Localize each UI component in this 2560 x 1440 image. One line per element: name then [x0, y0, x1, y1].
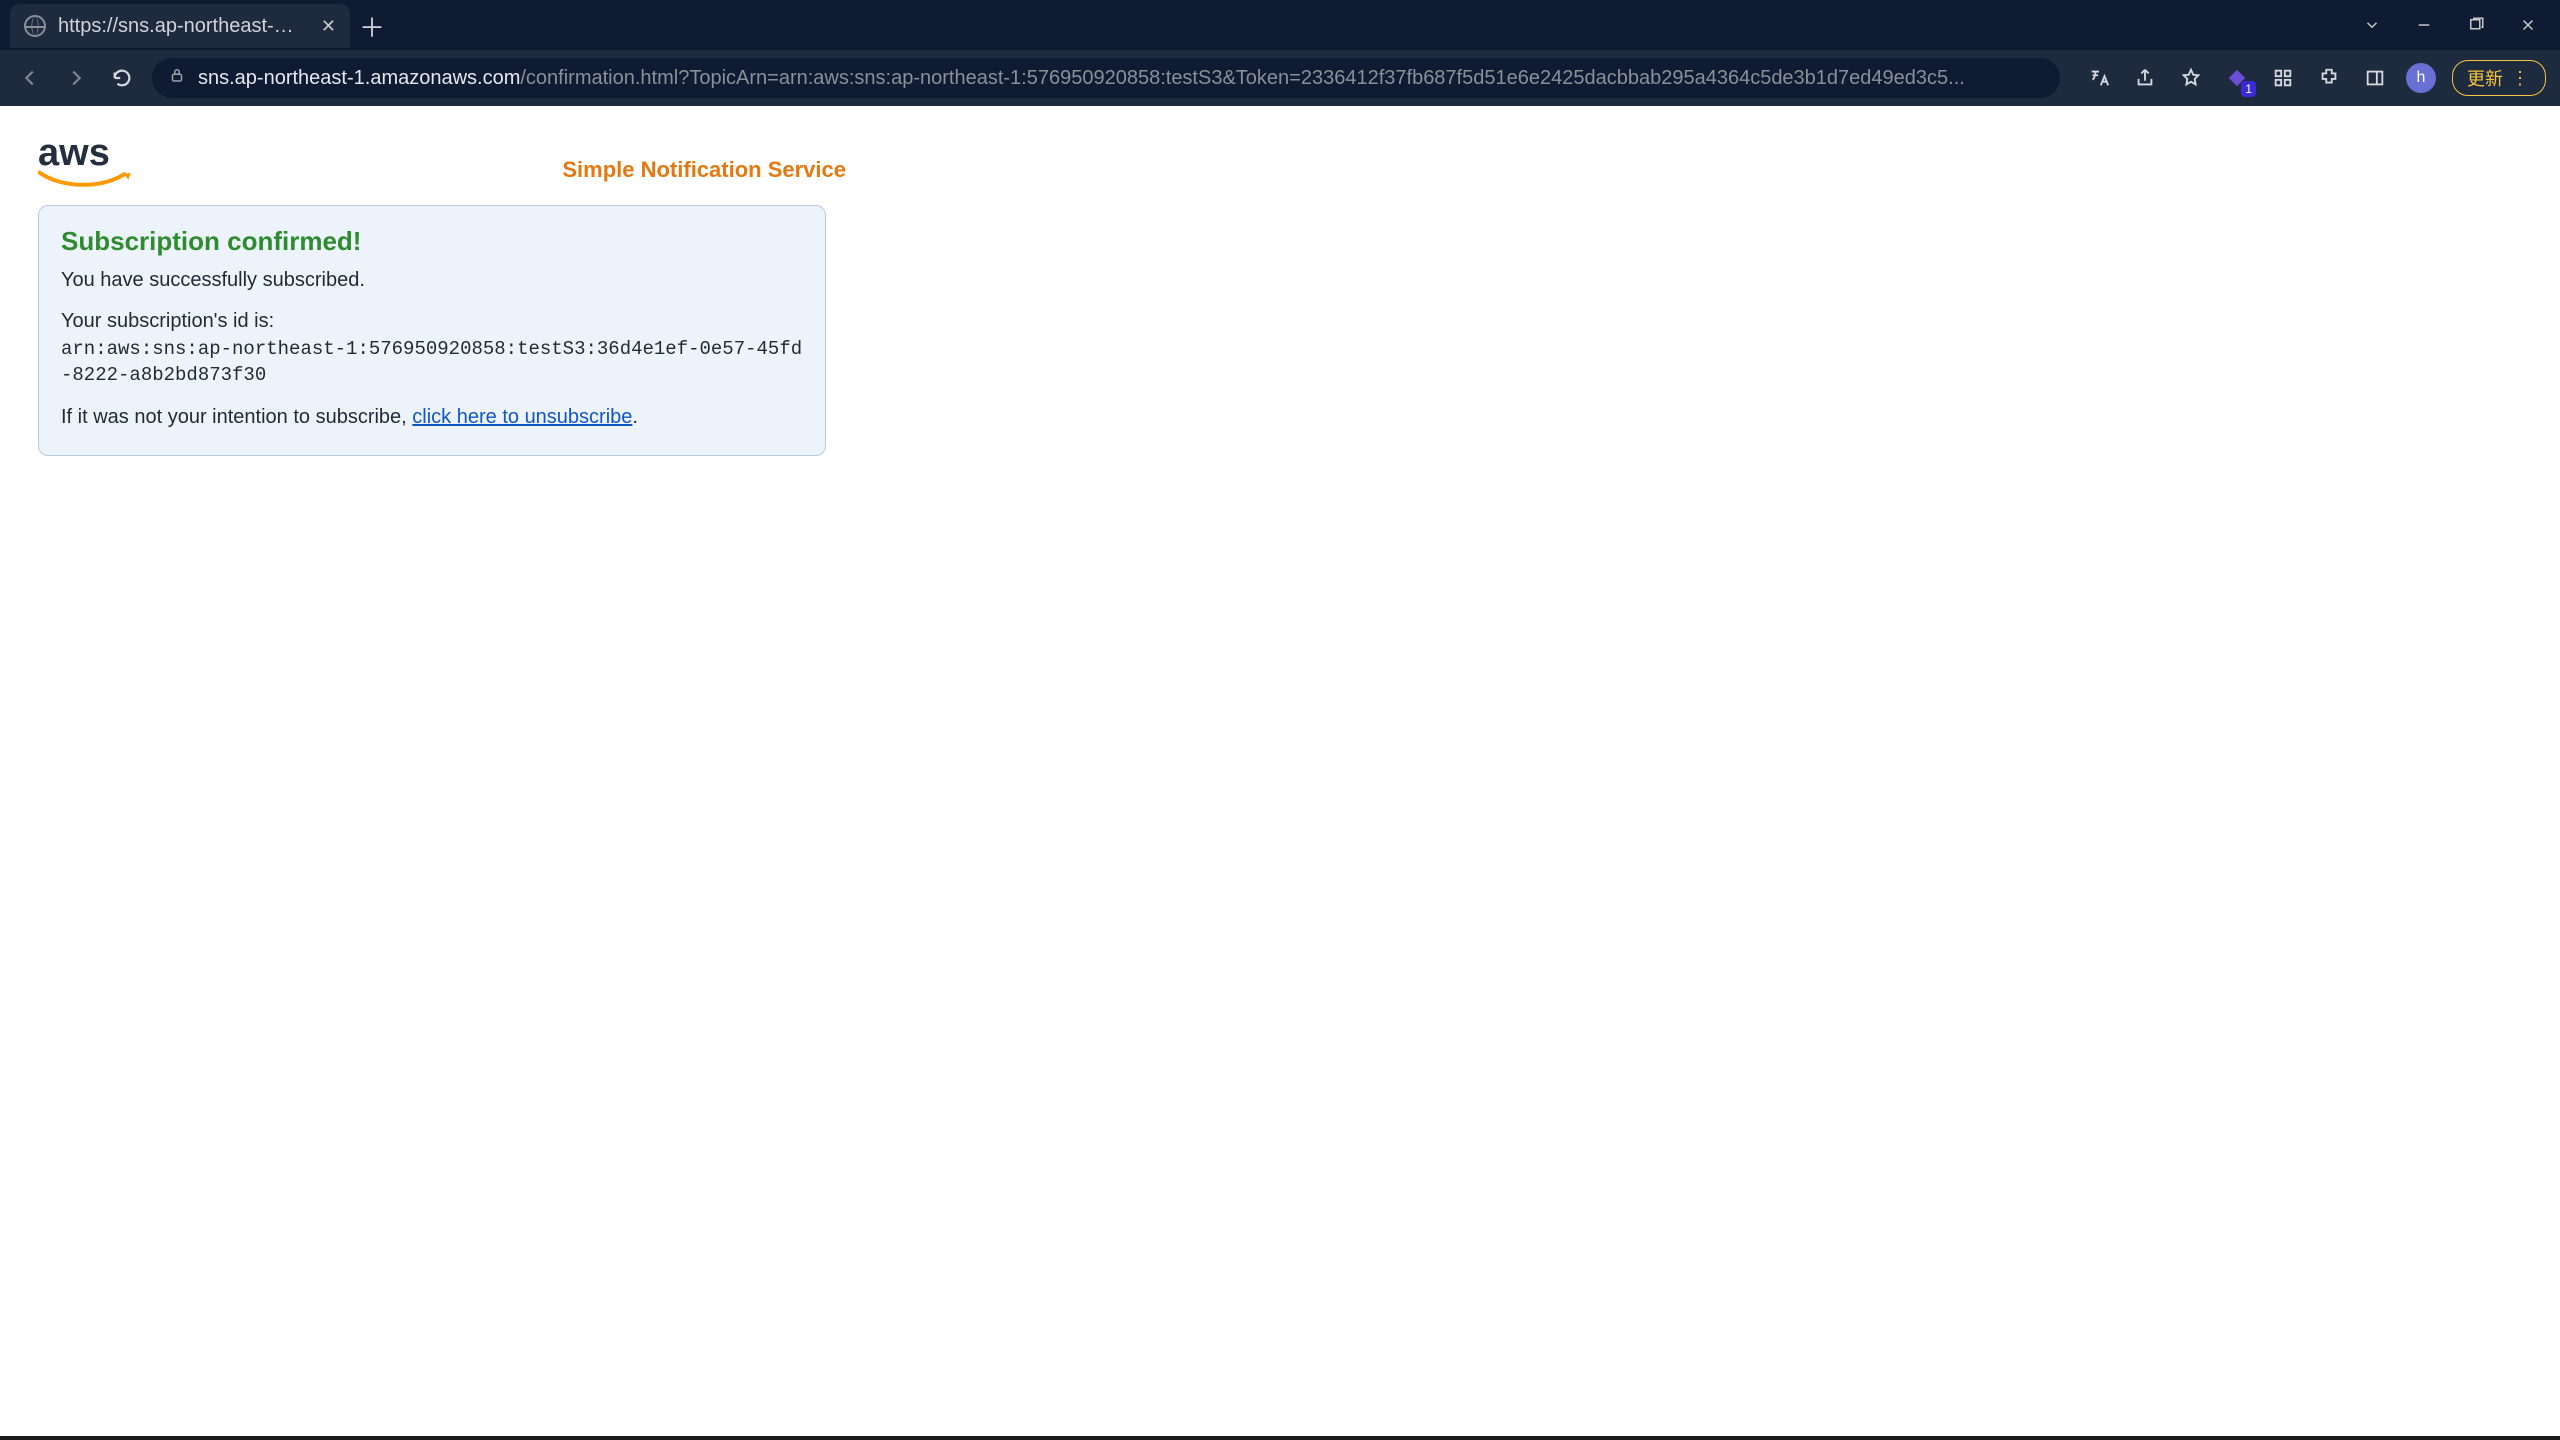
confirmation-heading: Subscription confirmed!: [61, 226, 803, 257]
browser-titlebar: https://sns.ap-northeast-1.amazo ✕ ＋: [0, 0, 2560, 50]
address-bar[interactable]: sns.ap-northeast-1.amazonaws.com/confirm…: [152, 58, 2060, 98]
unsubscribe-prefix: If it was not your intention to subscrib…: [61, 406, 412, 428]
subscription-id-label: Your subscription's id is:: [61, 310, 803, 333]
subscription-id-value: arn:aws:sns:ap-northeast-1:576950920858:…: [61, 337, 803, 388]
nav-forward-button[interactable]: [60, 62, 92, 94]
update-button[interactable]: 更新 ⋮: [2452, 60, 2546, 96]
extension-badge: 1: [2241, 81, 2256, 97]
window-minimize-icon[interactable]: [2412, 13, 2436, 37]
unsubscribe-suffix: .: [632, 406, 638, 428]
nav-back-button[interactable]: [14, 62, 46, 94]
url-path: /confirmation.html?TopicArn=arn:aws:sns:…: [520, 67, 1964, 89]
aws-header: aws Simple Notification Service: [38, 132, 846, 189]
browser-tab[interactable]: https://sns.ap-northeast-1.amazo ✕: [10, 4, 350, 48]
nav-reload-button[interactable]: [106, 62, 138, 94]
share-icon[interactable]: [2130, 63, 2160, 93]
bookmark-star-icon[interactable]: [2176, 63, 2206, 93]
aws-smile-icon: [38, 169, 134, 189]
tab-search-icon[interactable]: [2360, 13, 2384, 37]
toolbar-right-icons: 1 h 更新 ⋮: [2074, 60, 2546, 96]
tab-close-icon[interactable]: ✕: [321, 16, 336, 37]
side-panel-icon[interactable]: [2360, 63, 2390, 93]
unsubscribe-link[interactable]: click here to unsubscribe: [412, 406, 632, 428]
browser-toolbar: sns.ap-northeast-1.amazonaws.com/confirm…: [0, 50, 2560, 106]
extension-tag-icon[interactable]: 1: [2222, 63, 2252, 93]
subscribed-message: You have successfully subscribed.: [61, 269, 803, 292]
profile-avatar[interactable]: h: [2406, 63, 2436, 93]
new-tab-button[interactable]: ＋: [350, 4, 394, 48]
lock-icon: [168, 66, 186, 90]
page-viewport: aws Simple Notification Service Subscrip…: [0, 106, 2560, 1436]
extension-grid-icon[interactable]: [2268, 63, 2298, 93]
avatar-letter: h: [2417, 69, 2426, 87]
confirmation-panel: Subscription confirmed! You have success…: [38, 205, 826, 456]
translate-icon[interactable]: [2084, 63, 2114, 93]
url-text: sns.ap-northeast-1.amazonaws.com/confirm…: [198, 67, 1965, 90]
aws-logo: aws: [38, 132, 134, 189]
url-host: sns.ap-northeast-1.amazonaws.com: [198, 67, 520, 89]
update-label: 更新: [2467, 65, 2503, 91]
window-close-icon[interactable]: [2516, 13, 2540, 37]
window-controls: [2340, 0, 2560, 50]
extensions-puzzle-icon[interactable]: [2314, 63, 2344, 93]
globe-icon: [24, 15, 46, 37]
service-title: Simple Notification Service: [562, 157, 846, 189]
unsubscribe-note: If it was not your intention to subscrib…: [61, 406, 803, 429]
kebab-menu-icon[interactable]: ⋮: [2511, 68, 2531, 89]
tab-title: https://sns.ap-northeast-1.amazo: [58, 15, 303, 38]
window-maximize-icon[interactable]: [2464, 13, 2488, 37]
os-taskbar-edge: [0, 1436, 2560, 1440]
